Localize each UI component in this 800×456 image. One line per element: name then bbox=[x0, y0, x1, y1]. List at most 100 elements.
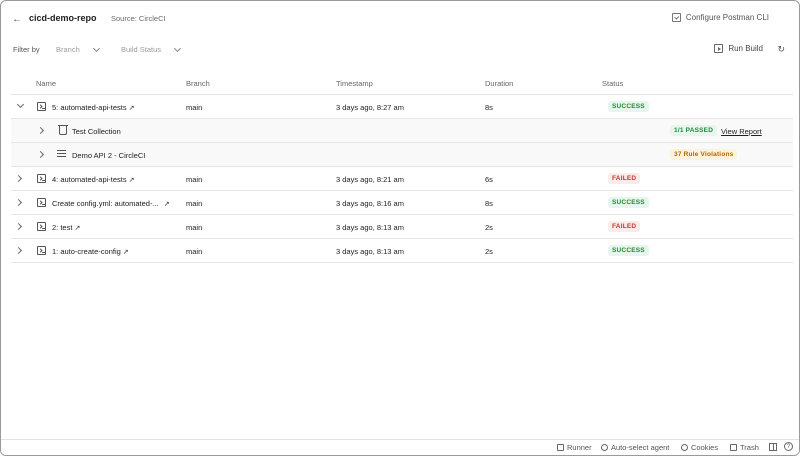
chevron-down-icon bbox=[92, 44, 100, 52]
runner-label: Runner bbox=[567, 443, 592, 452]
run-build-label: Run Build bbox=[728, 44, 763, 53]
duration-cell: 8s bbox=[485, 103, 493, 112]
table-row[interactable]: 2: test ↗ main 3 days ago, 8:13 am 2s FAI… bbox=[11, 215, 793, 239]
run-build-button[interactable]: Run Build bbox=[714, 44, 763, 53]
branch-cell: main bbox=[186, 223, 203, 232]
branch-cell: main bbox=[186, 199, 203, 208]
cookies-button[interactable]: Cookies bbox=[681, 443, 718, 452]
configure-postman-cli-button[interactable]: Configure Postman CLI bbox=[671, 13, 769, 22]
build-status-dropdown-label: Build Status bbox=[121, 45, 162, 54]
table-header: Name Branch Timestamp Duration Status bbox=[11, 73, 793, 95]
layout-grid-icon[interactable] bbox=[769, 443, 777, 451]
chevron-down-icon[interactable] bbox=[16, 100, 25, 109]
status-badge: FAILED bbox=[608, 221, 641, 232]
builds-table: Name Branch Timestamp Duration Status 5:… bbox=[11, 73, 793, 263]
play-icon bbox=[714, 44, 724, 53]
table-row[interactable]: 1: auto-create-config ↗ main 3 days ago, … bbox=[11, 239, 793, 263]
build-name: 2: test bbox=[52, 223, 73, 232]
api-definition-icon bbox=[57, 150, 66, 159]
chevron-right-icon[interactable] bbox=[36, 150, 45, 159]
timestamp-cell: 3 days ago, 8:13 am bbox=[336, 223, 404, 232]
filter-bar: Filter by Branch Build Status Run Build … bbox=[1, 39, 799, 61]
trash-icon bbox=[730, 444, 737, 451]
build-name: 5: automated-api-tests bbox=[52, 103, 127, 112]
branch-cell: main bbox=[186, 247, 203, 256]
runner-button[interactable]: Runner bbox=[557, 443, 592, 452]
chevron-right-icon[interactable] bbox=[36, 126, 45, 135]
duration-cell: 2s bbox=[485, 223, 493, 232]
page-header: ← cicd-demo-repo Source: CircleCI Config… bbox=[1, 1, 799, 37]
trash-label: Trash bbox=[740, 443, 759, 452]
source-label: Source: CircleCI bbox=[111, 14, 166, 23]
rule-violations-badge: 37 Rule Violations bbox=[670, 149, 738, 160]
app-window: ← cicd-demo-repo Source: CircleCI Config… bbox=[0, 0, 800, 456]
terminal-icon bbox=[37, 198, 46, 207]
duration-cell: 8s bbox=[485, 199, 493, 208]
status-badge: FAILED bbox=[608, 173, 641, 184]
external-link-icon: ↗ bbox=[163, 201, 170, 208]
terminal-icon bbox=[671, 13, 681, 22]
collection-icon bbox=[58, 125, 68, 135]
column-name: Name bbox=[36, 79, 57, 88]
trash-button[interactable]: Trash bbox=[730, 443, 759, 452]
cookies-label: Cookies bbox=[691, 443, 719, 452]
sub-row[interactable]: Test Collection 1/1 PASSED View Report bbox=[11, 119, 793, 143]
branch-dropdown-label: Branch bbox=[56, 45, 80, 54]
external-link-icon: ↗ bbox=[122, 249, 129, 256]
build-name: 1: auto-create-config bbox=[52, 247, 121, 256]
build-name-link[interactable]: 1: auto-create-config ↗ bbox=[52, 247, 129, 256]
terminal-icon bbox=[37, 246, 46, 255]
passed-badge: 1/1 PASSED bbox=[670, 125, 718, 136]
status-badge: SUCCESS bbox=[608, 245, 649, 256]
repo-title: cicd-demo-repo bbox=[29, 13, 97, 23]
branch-cell: main bbox=[186, 103, 203, 112]
help-icon[interactable]: ? bbox=[784, 442, 793, 451]
collection-name: Test Collection bbox=[72, 127, 121, 136]
agent-label: Auto-select agent bbox=[611, 443, 670, 452]
check-circle-icon bbox=[601, 444, 608, 451]
table-row[interactable]: Create config.yml: automated-... ↗ main 3… bbox=[11, 191, 793, 215]
duration-cell: 2s bbox=[485, 247, 493, 256]
build-name-link[interactable]: Create config.yml: automated-... ↗ bbox=[52, 199, 170, 208]
configure-label: Configure Postman CLI bbox=[685, 13, 769, 22]
timestamp-cell: 3 days ago, 8:16 am bbox=[336, 199, 404, 208]
timestamp-cell: 3 days ago, 8:21 am bbox=[336, 175, 404, 184]
branch-dropdown[interactable]: Branch bbox=[56, 44, 100, 54]
table-row[interactable]: 5: automated-api-tests ↗ main 3 days ago,… bbox=[11, 95, 793, 119]
build-name: Create config.yml: automated-... bbox=[52, 199, 159, 208]
chevron-right-icon[interactable] bbox=[14, 222, 23, 231]
branch-cell: main bbox=[186, 175, 203, 184]
terminal-icon bbox=[37, 174, 46, 183]
build-status-dropdown[interactable]: Build Status bbox=[121, 44, 182, 54]
table-row[interactable]: 4: automated-api-tests ↗ main 3 days ago,… bbox=[11, 167, 793, 191]
chevron-right-icon[interactable] bbox=[14, 198, 23, 207]
external-link-icon: ↗ bbox=[128, 177, 135, 184]
build-name: 4: automated-api-tests bbox=[52, 175, 127, 184]
build-name-link[interactable]: 2: test ↗ bbox=[52, 223, 80, 232]
chevron-right-icon[interactable] bbox=[14, 246, 23, 255]
terminal-icon bbox=[37, 222, 46, 231]
external-link-icon: ↗ bbox=[128, 105, 135, 112]
build-name-link[interactable]: 4: automated-api-tests ↗ bbox=[52, 175, 135, 184]
duration-cell: 6s bbox=[485, 175, 493, 184]
external-link-icon: ↗ bbox=[74, 225, 81, 232]
auto-select-agent-button[interactable]: Auto-select agent bbox=[601, 443, 669, 452]
terminal-icon bbox=[37, 102, 46, 111]
sub-row[interactable]: Demo API 2 - CircleCI 37 Rule Violations bbox=[11, 143, 793, 167]
column-duration: Duration bbox=[485, 79, 514, 88]
column-timestamp: Timestamp bbox=[336, 79, 373, 88]
timestamp-cell: 3 days ago, 8:13 am bbox=[336, 247, 404, 256]
chevron-right-icon[interactable] bbox=[14, 174, 23, 183]
build-name-link[interactable]: 5: automated-api-tests ↗ bbox=[52, 103, 135, 112]
back-arrow-icon[interactable]: ← bbox=[11, 13, 23, 25]
runner-icon bbox=[557, 444, 564, 451]
filter-by-label: Filter by bbox=[13, 45, 40, 54]
refresh-icon[interactable]: ↻ bbox=[777, 44, 785, 55]
status-bar: Runner Auto-select agent Cookies Trash ? bbox=[1, 439, 799, 455]
column-status: Status bbox=[602, 79, 624, 88]
view-report-link[interactable]: View Report bbox=[721, 127, 762, 136]
status-badge: SUCCESS bbox=[608, 101, 649, 112]
cookie-icon bbox=[681, 444, 688, 451]
timestamp-cell: 3 days ago, 8:27 am bbox=[336, 103, 404, 112]
status-badge: SUCCESS bbox=[608, 197, 649, 208]
